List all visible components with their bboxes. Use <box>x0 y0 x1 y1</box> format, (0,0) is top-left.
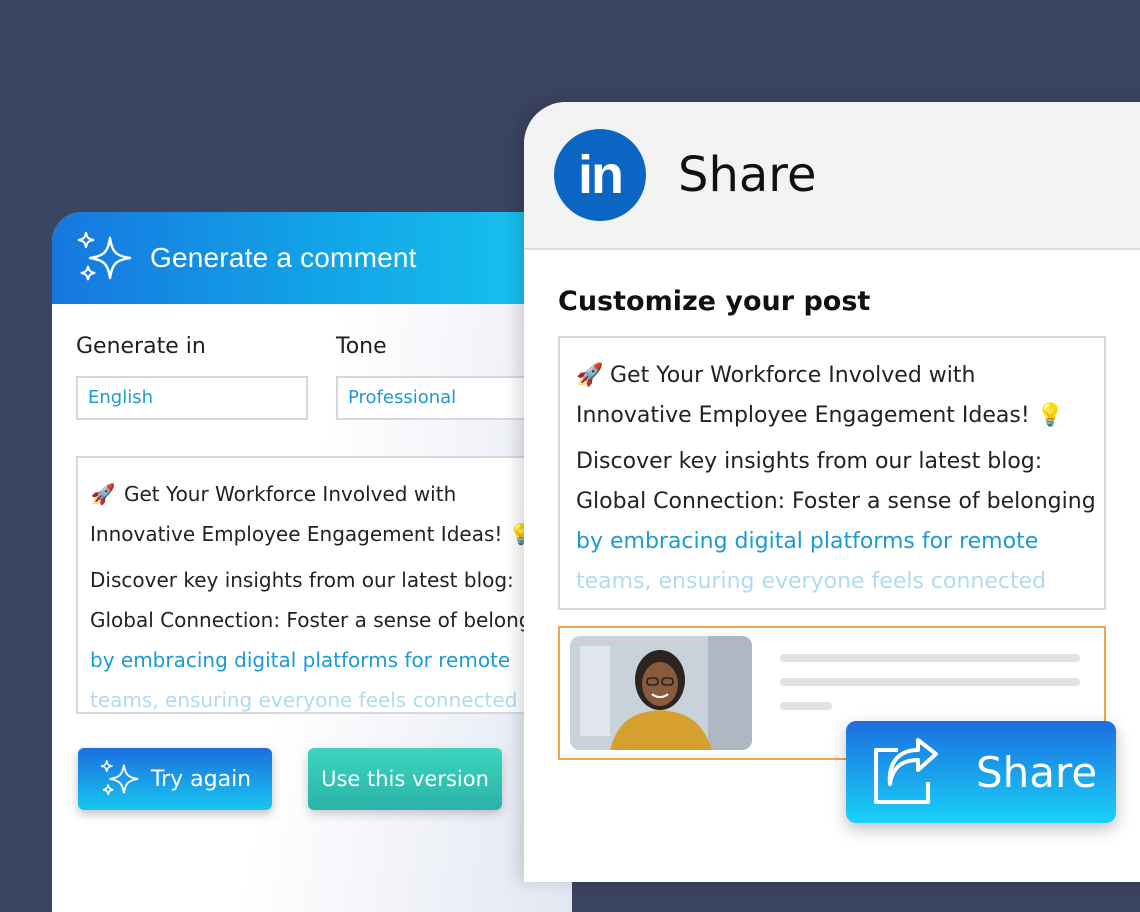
customize-heading: Customize your post <box>558 286 871 317</box>
comment-line-2: Innovative Employee Engagement Ideas! <box>90 522 503 546</box>
language-select[interactable]: English <box>76 376 308 420</box>
post-line-6: teams, ensuring everyone feels connected <box>576 569 1047 594</box>
generate-comment-panel: Generate a comment Generate in Tone Engl… <box>52 212 572 912</box>
post-line-1: Get Your Workforce Involved with <box>610 363 976 388</box>
tone-label: Tone <box>336 334 387 359</box>
share-button[interactable]: Share <box>846 721 1116 823</box>
try-again-label: Try again <box>150 766 252 792</box>
preview-skeleton-line <box>780 702 832 710</box>
comment-line-5: by embracing digital platforms for remot… <box>90 648 511 672</box>
share-title: Share <box>678 147 817 203</box>
rocket-icon: 🚀 <box>90 482 116 506</box>
post-line-3: Discover key insights from our latest bl… <box>576 449 1043 474</box>
lightbulb-icon: 💡 <box>1036 403 1065 428</box>
linkedin-logo-text: in <box>578 145 624 205</box>
generate-title: Generate a comment <box>150 242 417 273</box>
sparkle-icon <box>76 230 136 286</box>
generate-header: Generate a comment <box>52 212 572 304</box>
preview-thumbnail <box>570 636 752 750</box>
post-line-5: by embracing digital platforms for remot… <box>576 529 1039 554</box>
comment-line-1: Get Your Workforce Involved with <box>124 482 457 506</box>
share-button-label: Share <box>976 747 1098 797</box>
generated-comment-textarea[interactable]: 🚀 Get Your Workforce Involved with Innova… <box>76 456 536 714</box>
use-this-version-button[interactable]: Use this version <box>308 748 502 810</box>
rocket-icon: 🚀 <box>576 363 604 388</box>
post-line-4: Global Connection: Foster a sense of bel… <box>576 489 1096 514</box>
preview-skeleton-line <box>780 654 1080 662</box>
comment-line-6: teams, ensuring everyone feels connected <box>90 688 518 712</box>
post-textarea[interactable]: 🚀 Get Your Workforce Involved with Innova… <box>558 336 1106 610</box>
try-again-button[interactable]: Try again <box>78 748 272 810</box>
share-header: in Share <box>524 102 1140 250</box>
preview-skeleton-line <box>780 678 1080 686</box>
comment-line-3: Discover key insights from our latest bl… <box>90 568 514 592</box>
sparkle-icon <box>100 760 139 795</box>
share-arrow-icon <box>874 738 938 804</box>
use-this-version-label: Use this version <box>321 767 489 791</box>
linkedin-logo-icon: in <box>554 129 646 221</box>
generate-in-label: Generate in <box>76 334 206 359</box>
comment-line-4: Global Connection: Foster a sense of bel… <box>90 608 536 632</box>
post-line-2: Innovative Employee Engagement Ideas! <box>576 403 1030 428</box>
